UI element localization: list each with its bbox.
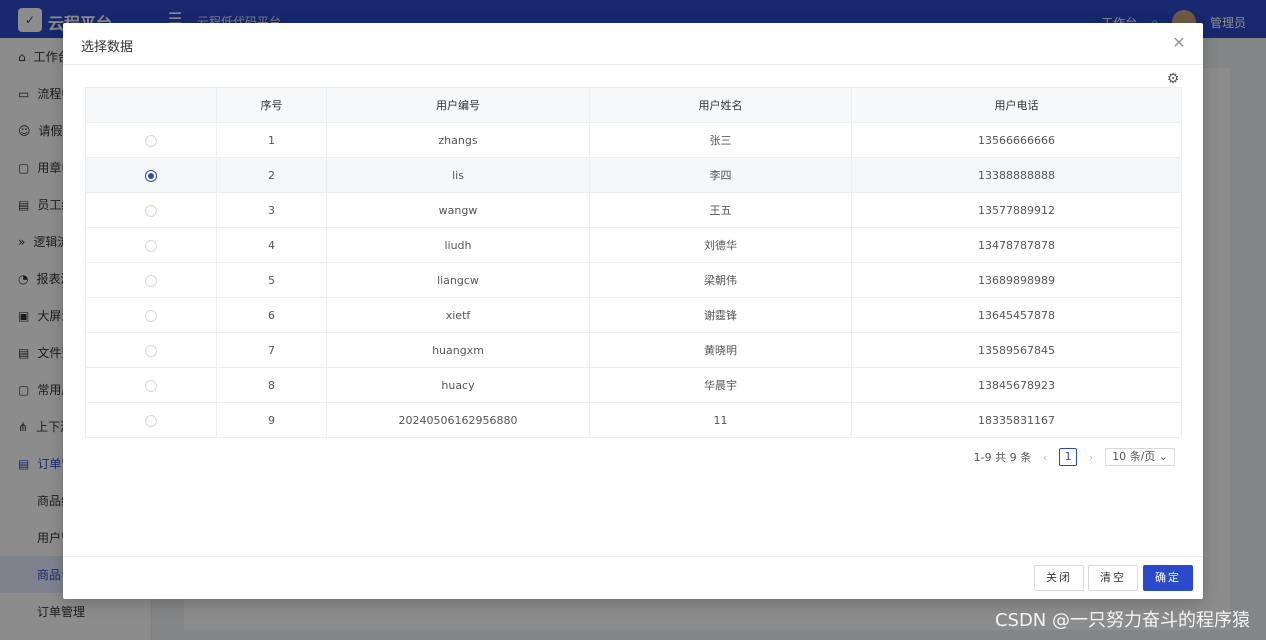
column-header-select	[85, 87, 217, 123]
clear-button[interactable]: 清空	[1088, 565, 1138, 591]
row-select-cell[interactable]	[85, 192, 217, 228]
row-user-name: 刘德华	[589, 227, 852, 263]
watermark: CSDN @一只努力奋斗的程序猿	[994, 610, 1250, 631]
table-row[interactable]: 5 liangcw 梁朝伟 13689898989	[85, 262, 1182, 298]
row-select-cell[interactable]	[85, 297, 217, 333]
row-radio[interactable]	[145, 309, 157, 322]
row-index: 3	[216, 192, 327, 228]
row-user-name: 李四	[589, 157, 852, 193]
row-user-code: wangw	[326, 192, 590, 228]
row-radio[interactable]	[145, 239, 157, 252]
row-user-phone: 13689898989	[851, 262, 1182, 298]
close-icon[interactable]: ✕	[1169, 33, 1189, 53]
chevron-down-icon: ⌄	[1158, 450, 1168, 463]
row-index: 4	[216, 227, 327, 263]
row-radio[interactable]	[145, 379, 157, 392]
column-header-index: 序号	[216, 87, 327, 123]
row-user-code: liudh	[326, 227, 590, 263]
pagination: 1-9 共 9 条 ‹ 1 › 10 条/页 ⌄	[974, 448, 1175, 466]
row-user-name: 谢霆锋	[589, 297, 852, 333]
row-user-name: 张三	[589, 122, 852, 158]
row-select-cell[interactable]	[85, 367, 217, 403]
page-number[interactable]: 1	[1059, 448, 1078, 466]
table-header-row: 序号 用户编号 用户姓名 用户电话	[85, 87, 1182, 123]
close-button[interactable]: 关闭	[1034, 565, 1084, 591]
row-user-code: liangcw	[326, 262, 590, 298]
table-row[interactable]: 3 wangw 王五 13577889912	[85, 192, 1182, 228]
row-index: 2	[216, 157, 327, 193]
table-row[interactable]: 2 lis 李四 13388888888	[85, 157, 1182, 193]
row-select-cell[interactable]	[85, 332, 217, 368]
row-index: 8	[216, 367, 327, 403]
row-user-phone: 13388888888	[851, 157, 1182, 193]
row-index: 1	[216, 122, 327, 158]
column-header-user-name[interactable]: 用户姓名	[589, 87, 852, 123]
select-data-dialog: 选择数据 ✕ ⚙ 序号 用户编号 用户姓名 用户电话 1 zhangs 张三 1356…	[63, 23, 1203, 599]
row-user-code: 20240506162956880	[326, 402, 590, 438]
row-radio[interactable]	[145, 134, 157, 147]
row-user-phone: 13566666666	[851, 122, 1182, 158]
row-radio[interactable]	[145, 169, 157, 182]
row-user-phone: 18335831167	[851, 402, 1182, 438]
row-user-name: 11	[589, 402, 852, 438]
row-radio[interactable]	[145, 274, 157, 287]
dialog-footer: 关闭 清空 确定	[63, 556, 1203, 599]
table-row[interactable]: 4 liudh 刘德华 13478787878	[85, 227, 1182, 263]
row-radio[interactable]	[145, 204, 157, 217]
row-user-code: huacy	[326, 367, 590, 403]
dialog-title: 选择数据	[81, 40, 134, 55]
table-row[interactable]: 9 20240506162956880 11 18335831167	[85, 402, 1182, 438]
row-user-phone: 13577889912	[851, 192, 1182, 228]
row-select-cell[interactable]	[85, 262, 217, 298]
row-index: 6	[216, 297, 327, 333]
confirm-button[interactable]: 确定	[1143, 565, 1193, 591]
row-user-phone: 13645457878	[851, 297, 1182, 333]
row-user-code: zhangs	[326, 122, 590, 158]
row-user-code: xietf	[326, 297, 590, 333]
row-radio[interactable]	[145, 344, 157, 357]
row-user-phone: 13845678923	[851, 367, 1182, 403]
row-user-name: 梁朝伟	[589, 262, 852, 298]
table-row[interactable]: 1 zhangs 张三 13566666666	[85, 122, 1182, 158]
row-select-cell[interactable]	[85, 157, 217, 193]
row-user-phone: 13589567845	[851, 332, 1182, 368]
row-index: 5	[216, 262, 327, 298]
column-header-user-code[interactable]: 用户编号	[326, 87, 590, 123]
pagination-summary: 1-9 共 9 条	[973, 451, 1032, 464]
next-page-icon[interactable]: ›	[1085, 451, 1097, 464]
row-user-code: lis	[326, 157, 590, 193]
table-row[interactable]: 7 huangxm 黄晓明 13589567845	[85, 332, 1182, 368]
row-user-name: 黄晓明	[589, 332, 852, 368]
row-radio[interactable]	[145, 414, 157, 427]
table-row[interactable]: 8 huacy 华晨宇 13845678923	[85, 367, 1182, 403]
row-index: 7	[216, 332, 327, 368]
row-select-cell[interactable]	[85, 227, 217, 263]
prev-page-icon[interactable]: ‹	[1039, 451, 1051, 464]
column-header-user-phone[interactable]: 用户电话	[851, 87, 1182, 123]
gear-icon[interactable]: ⚙	[1165, 71, 1181, 87]
row-select-cell[interactable]	[85, 122, 217, 158]
row-user-name: 王五	[589, 192, 852, 228]
data-table: 序号 用户编号 用户姓名 用户电话 1 zhangs 张三 13566666666 2 l…	[85, 87, 1182, 438]
row-index: 9	[216, 402, 327, 438]
row-select-cell[interactable]	[85, 402, 217, 438]
row-user-name: 华晨宇	[589, 367, 852, 403]
row-user-phone: 13478787878	[851, 227, 1182, 263]
row-user-code: huangxm	[326, 332, 590, 368]
dialog-header: 选择数据 ✕	[63, 23, 1203, 65]
page-size-select[interactable]: 10 条/页 ⌄	[1105, 448, 1175, 466]
table-row[interactable]: 6 xietf 谢霆锋 13645457878	[85, 297, 1182, 333]
